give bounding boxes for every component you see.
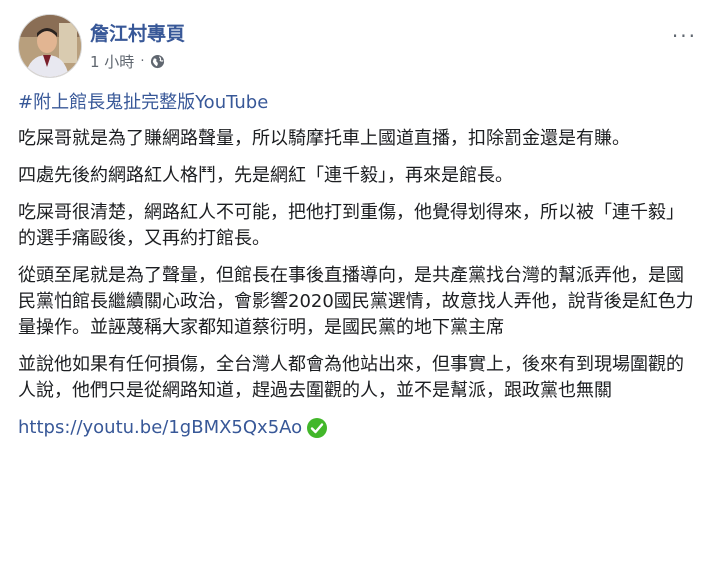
post-content: #附上館長鬼扯完整版YouTube 吃屎哥就是為了賺網路聲量，所以騎摩托車上國道… [18, 90, 698, 441]
paragraph: 並說他如果有任何損傷，全台灣人都會為他站出來，但事實上，後來有到現場圍觀的人說，… [18, 354, 684, 401]
avatar-image [19, 15, 81, 77]
link-line: https://youtu.be/1gBMX5Qx5Ao [18, 415, 698, 441]
author-name[interactable]: 詹江村專頁 [90, 19, 185, 46]
hashtag-link[interactable]: #附上館長鬼扯完整版YouTube [18, 90, 698, 116]
post-meta: 1 小時 · [90, 51, 165, 72]
paragraph: 吃屎哥很清楚，網路紅人不可能，把他打到重傷，他覺得划得來，所以被「連千毅」的選手… [18, 202, 684, 249]
avatar[interactable] [18, 14, 82, 78]
paragraph: 四處先後約網路紅人格鬥，先是網紅「連千毅」，再來是館長。 [18, 165, 513, 186]
youtube-link[interactable]: https://youtu.be/1gBMX5Qx5Ao [18, 415, 302, 441]
more-options-button[interactable]: ··· [672, 24, 697, 48]
paragraph: 吃屎哥就是為了賺網路聲量，所以騎摩托車上國道直播，扣除罰金還是有賺。 [18, 128, 630, 149]
globe-icon[interactable] [150, 54, 165, 69]
paragraph: 從頭至尾就是為了聲量，但館長在事後直播導向，是共產黨找台灣的幫派弄他，是國民黨怕… [18, 265, 694, 338]
verified-check-icon [307, 418, 328, 438]
post-header: 詹江村專頁 1 小時 · ··· [18, 14, 711, 84]
post-time[interactable]: 1 小時 [90, 51, 134, 72]
facebook-post: 詹江村專頁 1 小時 · ··· #附上館長鬼扯完整版YouTube 吃屎哥就是… [0, 0, 711, 583]
meta-separator: · [140, 54, 145, 69]
